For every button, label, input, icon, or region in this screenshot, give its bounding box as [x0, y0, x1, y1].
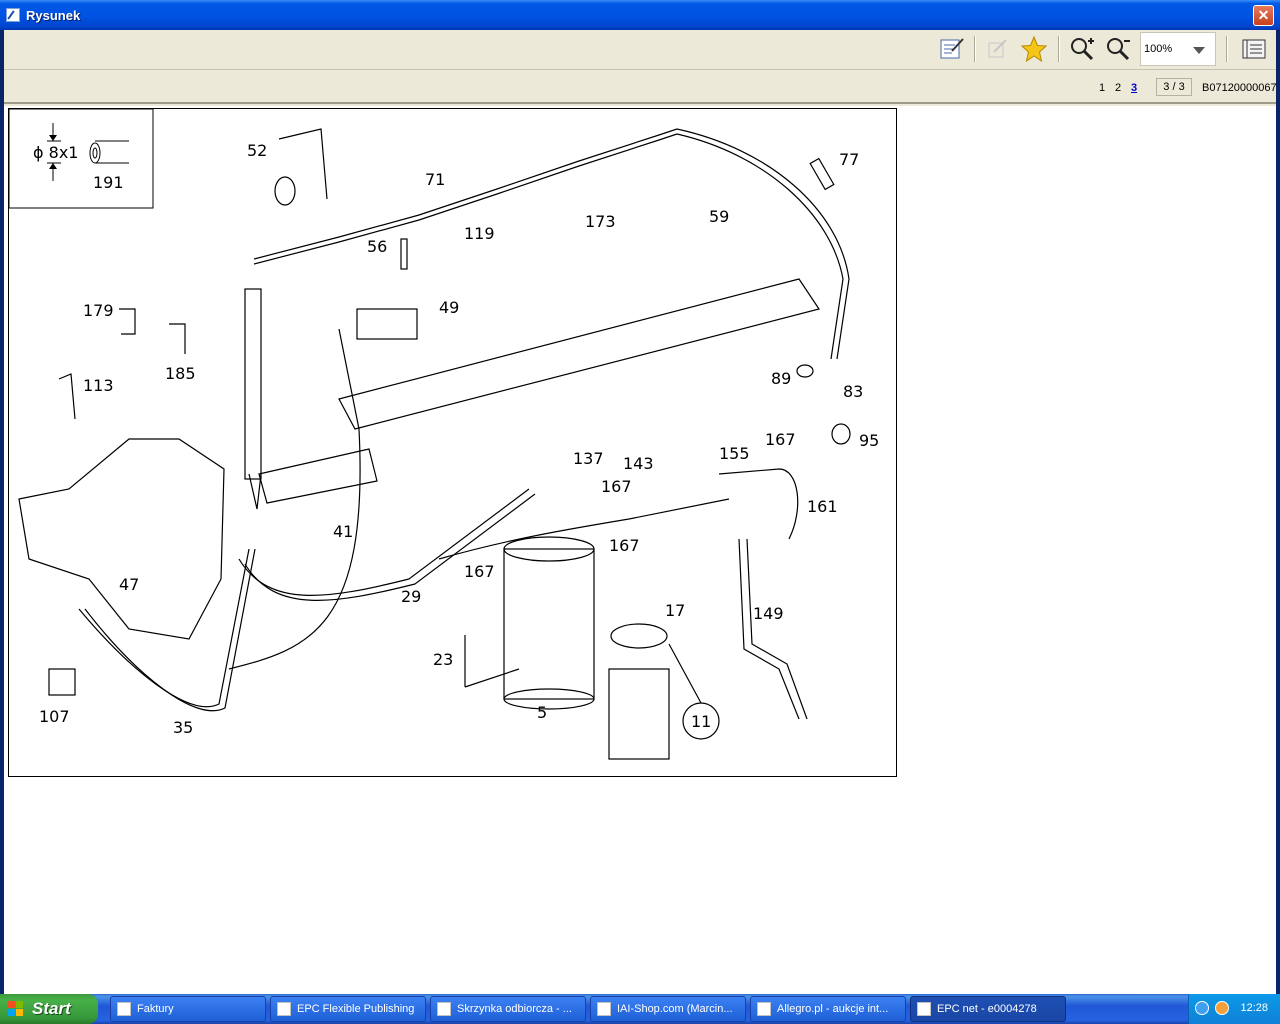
expand-icon[interactable] — [984, 35, 1012, 63]
part-label[interactable]: 143 — [623, 454, 654, 473]
toolbar: 100% — [4, 30, 1276, 70]
part-label[interactable]: 59 — [709, 207, 729, 226]
part-label[interactable]: 155 — [719, 444, 750, 463]
tray-app-icon[interactable] — [1215, 1001, 1229, 1015]
part-label[interactable]: 49 — [439, 298, 459, 317]
part-label[interactable]: 173 — [585, 212, 616, 231]
zoom-value: 100% — [1144, 43, 1173, 55]
part-label[interactable]: 35 — [173, 718, 193, 737]
part-label[interactable]: 167 — [765, 430, 796, 449]
toolbar-separator — [974, 36, 976, 62]
page-link-2[interactable]: 2 — [1115, 82, 1121, 94]
zoom-in-icon[interactable] — [1068, 35, 1096, 63]
part-label[interactable]: 5 — [537, 703, 547, 722]
window-title: Rysunek — [26, 8, 81, 23]
toolbar-separator — [1226, 36, 1228, 62]
part-label[interactable]: 149 — [753, 604, 784, 623]
browser-icon — [597, 1002, 611, 1016]
toolbar-separator — [1058, 36, 1060, 62]
chevron-down-icon[interactable] — [1193, 47, 1205, 54]
part-label[interactable]: 77 — [839, 150, 859, 169]
application-window: Rysunek ✕ 100% 1 2 3 3 / 3 B07120000067 … — [0, 0, 1280, 994]
document-icon — [917, 1002, 931, 1016]
close-button[interactable]: ✕ — [1253, 5, 1274, 26]
part-label[interactable]: 89 — [771, 369, 791, 388]
page-link-1[interactable]: 1 — [1099, 82, 1105, 94]
part-label[interactable]: 137 — [573, 449, 604, 468]
start-button[interactable]: Start — [0, 994, 98, 1024]
part-label[interactable]: 179 — [83, 301, 114, 320]
globe-icon — [277, 1002, 291, 1016]
taskbar-item-epc-flexible[interactable]: EPC Flexible Publishing — [270, 996, 426, 1022]
part-label[interactable]: 29 — [401, 587, 421, 606]
window-app-icon — [6, 8, 20, 22]
part-label[interactable]: 52 — [247, 141, 267, 160]
part-label[interactable]: 107 — [39, 707, 70, 726]
parts-drawing: ϕ 8x1 191 52 71 77 56 119 173 59 49 179 … — [8, 108, 897, 777]
part-label[interactable]: 83 — [843, 382, 863, 401]
part-label[interactable]: 11 — [691, 712, 711, 731]
edit-notes-icon[interactable] — [938, 35, 966, 63]
part-label[interactable]: 17 — [665, 601, 685, 620]
part-label[interactable]: 167 — [601, 477, 632, 496]
favorite-star-icon[interactable] — [1020, 35, 1048, 63]
taskbar-item-epc-net[interactable]: EPC net - e0004278 — [910, 996, 1066, 1022]
part-label[interactable]: 161 — [807, 497, 838, 516]
mail-icon — [437, 1002, 451, 1016]
console-icon — [117, 1002, 131, 1016]
part-label[interactable]: 23 — [433, 650, 453, 669]
client-area: 100% 1 2 3 3 / 3 B07120000067 ϕ 8x1 191 … — [4, 30, 1277, 994]
part-label[interactable]: 167 — [609, 536, 640, 555]
title-bar[interactable]: Rysunek ✕ — [0, 0, 1280, 30]
page-link-3[interactable]: 3 — [1131, 82, 1137, 94]
part-label[interactable]: 41 — [333, 522, 353, 541]
zoom-select[interactable]: 100% — [1140, 32, 1216, 66]
dimension-inset — [9, 109, 154, 209]
page-navigation-bar: 1 2 3 3 / 3 B07120000067 — [4, 70, 1277, 104]
browser-icon — [757, 1002, 771, 1016]
page-indicator: 3 / 3 — [1156, 78, 1192, 96]
part-label[interactable]: 113 — [83, 376, 114, 395]
part-label[interactable]: 71 — [425, 170, 445, 189]
zoom-out-icon[interactable] — [1104, 35, 1132, 63]
taskbar-item-allegro[interactable]: Allegro.pl - aukcje int... — [750, 996, 906, 1022]
inset-diameter-label: ϕ 8x1 — [33, 143, 78, 162]
taskbar-item-skrzynka[interactable]: Skrzynka odbiorcza - ... — [430, 996, 586, 1022]
document-code: B07120000067 — [1202, 82, 1277, 94]
clock: 12:28 — [1240, 1002, 1268, 1014]
part-label[interactable]: 47 — [119, 575, 139, 594]
windows-logo-icon — [8, 1001, 23, 1016]
taskbar-item-faktury[interactable]: Faktury — [110, 996, 266, 1022]
part-label[interactable]: 95 — [859, 431, 879, 450]
part-label[interactable]: 119 — [464, 224, 495, 243]
taskbar-item-iai-shop[interactable]: IAI-Shop.com (Marcin... — [590, 996, 746, 1022]
page-view-icon[interactable] — [1240, 35, 1268, 63]
start-label: Start — [32, 999, 71, 1018]
taskbar: Start Faktury EPC Flexible Publishing Sk… — [0, 994, 1280, 1024]
part-label[interactable]: 185 — [165, 364, 196, 383]
system-tray: 12:28 — [1188, 994, 1280, 1024]
drawing-viewport[interactable]: ϕ 8x1 191 52 71 77 56 119 173 59 49 179 … — [4, 106, 1276, 994]
part-label[interactable]: 167 — [464, 562, 495, 581]
part-label[interactable]: 56 — [367, 237, 387, 256]
tray-expand-icon[interactable] — [1195, 1001, 1209, 1015]
parts-diagram-svg: ϕ 8x1 191 52 71 77 56 119 173 59 49 179 … — [9, 109, 879, 760]
inset-part-label: 191 — [93, 173, 124, 192]
